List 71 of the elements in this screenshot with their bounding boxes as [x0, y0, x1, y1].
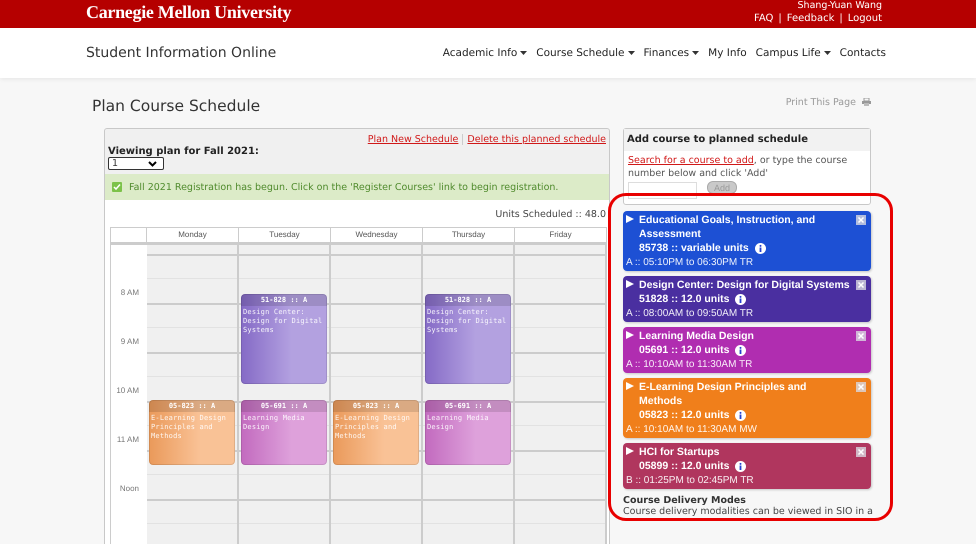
nav-menu-item[interactable]: Campus Life [756, 47, 831, 59]
course-title: HCI for Startups [639, 446, 720, 458]
printer-icon [862, 98, 871, 106]
viewing-plan-label: Viewing plan for Fall 2021: [107, 145, 260, 157]
caret-icon [824, 51, 831, 55]
expand-triangle-icon[interactable] [626, 447, 634, 455]
time-label: 10 AM [116, 386, 139, 395]
course-section-time: A :: 08:00AM to 09:50AM TR [626, 307, 754, 320]
link-separator: | [839, 13, 843, 25]
alert-text: Fall 2021 Registration has begun. Click on the 'Register Courses' link to begin registration. [129, 182, 558, 192]
course-units: 85738 :: variable units [639, 241, 749, 255]
page-title: Plan Course Schedule [92, 97, 260, 115]
link-separator: | [778, 13, 782, 25]
schedule-action-link[interactable]: Delete this planned schedule [467, 134, 606, 145]
info-icon[interactable] [735, 344, 746, 356]
info-icon[interactable] [754, 242, 766, 254]
course-units: 51828 :: 12.0 units [639, 292, 730, 306]
site-brand[interactable]: Student Information Online [86, 45, 276, 61]
university-logo[interactable]: Carnegie Mellon University [86, 0, 292, 28]
course-section-time: B :: 01:25PM to 02:45PM TR [626, 474, 755, 487]
nav-menu-item[interactable]: Finances [644, 47, 700, 59]
course-section-time: A :: 05:10PM to 06:30PM TR [626, 256, 754, 269]
course-card[interactable]: Educational Goals, Instruction, and Assessment 85738 :: variable units A :: 05:10PM to 06:30PM TR [623, 211, 871, 271]
info-icon[interactable] [735, 460, 746, 472]
course-card[interactable]: HCI for Startups 05899 :: 12.0 units B :: 01:25PM to 02:45PM TR [623, 443, 871, 489]
caret-icon [520, 51, 528, 55]
search-course-link[interactable]: Search for a course to add [628, 155, 754, 166]
day-header: Thursday [423, 227, 515, 243]
schedule-action-link[interactable]: Plan New Schedule [368, 134, 458, 145]
nav-menu-item[interactable]: Course Schedule [536, 47, 634, 59]
caret-icon [692, 51, 700, 55]
add-course-instructions: Search for a course to add, or type the course number below and click 'Add' [628, 154, 848, 180]
expand-triangle-icon[interactable] [626, 280, 634, 288]
course-units: 05691 :: 12.0 units [639, 343, 730, 357]
header-link[interactable]: Logout [848, 13, 882, 25]
course-title: Educational Goals, Instruction, and Assessment [639, 214, 816, 240]
course-units: 05823 :: 12.0 units [639, 408, 730, 422]
nav-menu-item[interactable]: Contacts [840, 47, 886, 59]
day-header: Friday [515, 227, 607, 243]
course-units: 05899 :: 12.0 units [639, 459, 730, 473]
course-section-time: A :: 10:10AM to 11:30AM TR [626, 358, 754, 371]
header-link[interactable]: FAQ [754, 13, 774, 25]
course-card[interactable]: Design Center: Design for Digital Systems 51828 :: 12.0 units A :: 08:00AM to 09:50AM TR [623, 276, 871, 322]
course-title: E-Learning Design Principles and Methods [639, 381, 806, 407]
add-course-title: Add course to planned schedule [624, 129, 870, 151]
nav-menu-item[interactable]: My Info [708, 47, 747, 59]
info-icon[interactable] [735, 294, 746, 304]
chevron-icon [148, 160, 157, 166]
expand-triangle-icon[interactable] [626, 331, 634, 339]
day-header: Wednesday [331, 227, 423, 243]
header-link[interactable]: Feedback [786, 13, 834, 25]
plan-select[interactable]: 1 [108, 157, 164, 170]
course-title: Design Center: Design for Digital Systems [639, 279, 850, 291]
time-label: 11 AM [116, 435, 139, 444]
expand-triangle-icon[interactable] [626, 215, 634, 223]
day-header: Monday [147, 227, 239, 243]
time-label: Noon [120, 484, 139, 493]
course-section-time: A :: 10:10AM to 11:30AM MW [626, 423, 758, 436]
delivery-modes-heading: Course Delivery Modes [623, 495, 747, 506]
nav-menu-item[interactable]: Academic Info [442, 47, 528, 59]
info-icon[interactable] [735, 410, 746, 420]
delivery-modes-text: Course delivery modalities can be viewed in SIO in a [623, 506, 871, 517]
day-header: Tuesday [239, 227, 331, 243]
time-label: 9 AM [120, 337, 139, 346]
user-name: Shang-Yuan Wang [798, 0, 882, 11]
checkmark-icon [112, 182, 122, 192]
course-card[interactable]: Learning Media Design 05691 :: 12.0 units A :: 10:10AM to 11:30AM TR [623, 327, 871, 373]
course-title: Learning Media Design [639, 330, 754, 342]
time-label: 8 AM [120, 288, 139, 297]
units-scheduled: Units Scheduled :: 48.0 [494, 208, 606, 222]
caret-icon [628, 51, 634, 55]
